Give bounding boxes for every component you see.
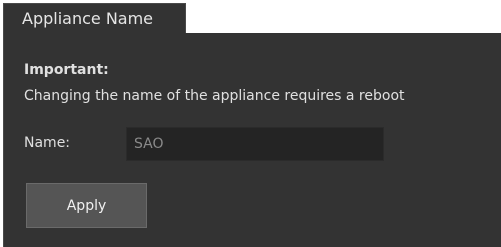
name-label: Name: [24,135,71,151]
appliance-name-panel: Important: Changing the name of the appl… [3,33,501,247]
apply-button[interactable]: Apply [26,183,147,228]
reboot-notice: Changing the name of the appliance requi… [24,88,405,104]
tab-title: Appliance Name [22,9,154,28]
name-input[interactable] [126,127,384,161]
important-heading: Important: [24,62,109,78]
tab-appliance-name[interactable]: Appliance Name [3,3,186,33]
